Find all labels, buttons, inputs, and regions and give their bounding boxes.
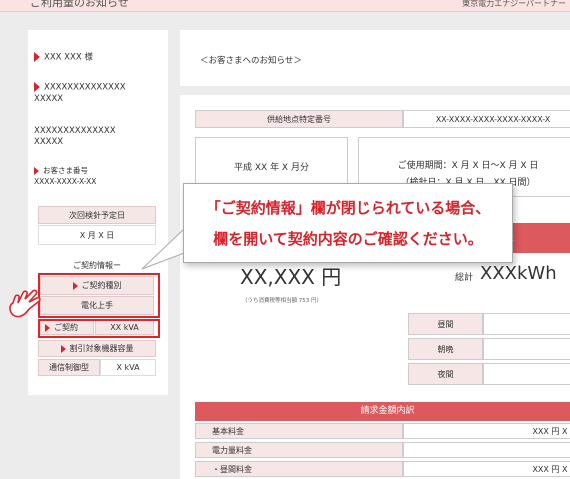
guidance-callout: 「ご契約情報」欄が閉じられている場合、 欄を開いて契約内容のご確認ください。: [183, 183, 513, 263]
usage-row-value: [483, 363, 570, 385]
billing-breakdown-header: 請求金額内訳: [195, 402, 570, 421]
triangle-icon: [34, 52, 40, 62]
notice-panel: ＜お客さまへのお知らせ＞: [180, 30, 570, 86]
customer-number[interactable]: お客さま番号 XXXX-XXXX-X-XX: [34, 165, 96, 187]
billing-row-label: ・昼間料金: [195, 461, 403, 477]
bill-panel: 供給地点特定番号 XX-XXXX-XXXX-XXXX-XXXX-X 平成 XX …: [180, 95, 570, 479]
billing-row-label: 基本料金: [195, 423, 403, 439]
sidebar-item-address[interactable]: XXXXXXXXXXXXXX XXXXX: [34, 82, 126, 105]
triangle-icon: [34, 167, 39, 175]
top-header-bar: ご利用量のお知らせ 東京電力エナジーパートナー: [0, 0, 570, 12]
sidebar-item-info: XXXXXXXXXXXXXX XXXXX: [34, 126, 116, 147]
callout-line-1: 「ご契約情報」欄が閉じられている場合、: [205, 199, 491, 217]
usage-row-label: 朝晩: [408, 338, 483, 360]
triangle-icon: [60, 344, 66, 353]
next-reading-label: 次回検針予定日: [38, 206, 156, 224]
company-name: 東京電力エナジーパートナー: [462, 0, 566, 8]
comm-label: 通信制御型: [38, 359, 100, 376]
highlight-contract: [38, 319, 160, 338]
discount-toggle[interactable]: 割引対象機器容量: [38, 340, 156, 357]
usage-row-value: [483, 313, 570, 335]
total-label: 総計: [455, 273, 474, 283]
highlight-contract-type: [38, 273, 160, 318]
usage-row-value: [483, 338, 570, 360]
billing-row-value: [403, 442, 570, 458]
total-usage: XXXkWh: [480, 263, 557, 284]
contract-info-toggle[interactable]: ご契約情報ー: [38, 257, 156, 273]
billing-row-value: XXX 円 X 銭: [403, 423, 570, 439]
customer-name: XXX XXX 様: [44, 52, 93, 63]
customer-name-row: XXX XXX 様: [34, 52, 93, 64]
hand-pointer-icon: [5, 285, 47, 325]
comm-value: X kVA: [100, 359, 156, 376]
tax-note: （うち消費税等相当額 753 円）: [242, 298, 322, 304]
triangle-icon: [34, 82, 40, 92]
supply-point-label: 供給地点特定番号: [195, 110, 403, 128]
next-reading-value: X 月 X 日: [38, 225, 156, 245]
supply-point-value: XX-XXXX-XXXX-XXXX-XXXX-X: [403, 110, 570, 128]
sidebar: XXX XXX 様 XXXXXXXXXXXXXX XXXXX XXXXXXXXX…: [28, 30, 168, 395]
header-title: ご利用量のお知らせ: [30, 0, 129, 9]
notice-link[interactable]: ＜お客さまへのお知らせ＞: [200, 54, 302, 66]
billing-row-label: 電力量料金: [195, 442, 403, 458]
usage-row-label: 昼間: [408, 313, 483, 335]
callout-line-2: 欄を開いて契約内容のご確認ください。: [213, 230, 483, 248]
usage-row-label: 夜間: [408, 363, 483, 385]
bill-amount: XX,XXX 円: [240, 265, 342, 289]
billing-row-value: XXX 円 X 銭: [403, 461, 570, 477]
